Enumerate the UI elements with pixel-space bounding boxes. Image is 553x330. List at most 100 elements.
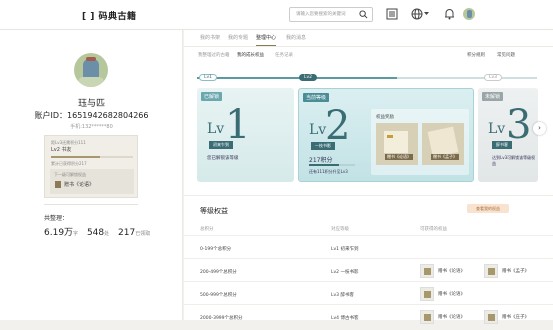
reward-item[interactable]: 赠书《论语》 [420, 310, 465, 324]
status-badge: 已解锁 [201, 92, 223, 101]
search-placeholder: 请输入您要搜索的关键词 [296, 12, 346, 17]
level-desc: 达到Lv3可解锁该等级权益 [492, 155, 536, 166]
table-row: 2000-3999个总积分 Lv4 博古书客 赠书《论语》 赠书《庄子》 [184, 304, 553, 330]
rewards-title: 权益奖励 [376, 115, 394, 120]
points-cell: 200-499个总积分 [200, 270, 237, 275]
status-badge: 当前等级 [303, 93, 330, 102]
level-card-3[interactable]: 未解锁 Lv 3 醉书客 达到Lv3可解锁该等级权益 [478, 88, 538, 182]
reward-label: 赠书《论语》 [438, 292, 465, 297]
reward-item[interactable]: 赠书《孟子》 [484, 264, 529, 278]
level-cell: Lv4 博古书客 [331, 316, 359, 321]
chevron-down-icon[interactable] [424, 12, 429, 16]
divider [44, 204, 138, 205]
level-cell: Lv1 初来乍到 [331, 247, 359, 252]
level-title-ribbon: 醉书客 [492, 141, 512, 149]
carousel-next-button[interactable]: › [533, 122, 546, 135]
reward-label: 赠书《孟子》 [502, 269, 529, 274]
current-level-label: Lv2 书友 [51, 147, 72, 153]
level-timeline-progress [197, 77, 397, 79]
faq-link[interactable]: 常见问题 [497, 52, 515, 58]
level-pill-1: Lv1 [199, 74, 218, 81]
account-id: 账户ID：1651942682804266 [34, 111, 149, 120]
stat-value: 217 [118, 228, 136, 238]
book-icon [420, 310, 434, 324]
user-name: 珏与匹 [77, 99, 105, 109]
level-card-2-current[interactable]: 当前等级 Lv 2 一枝书影 217积分 还有111积分升至Lv3 权益奖励 赠… [298, 88, 474, 182]
next-reward-name: 赠书《论语》 [64, 182, 95, 188]
table-header: 对应等级 [331, 227, 349, 232]
reward-item[interactable]: 赠书《论语》 [420, 264, 465, 278]
avatar[interactable] [74, 53, 108, 87]
level-summary-card: 距Lv3还需积分111 Lv2 书友 累计已获得积分217 下一级可解锁权益 赠… [44, 135, 138, 198]
level-subtext: 累计已获得积分217 [51, 161, 87, 166]
tab-topics[interactable]: 我的专题 [228, 34, 248, 41]
points-cell: 2000-3999个总积分 [200, 316, 243, 321]
stat-unit: 已领取 [135, 231, 151, 237]
level-prefix: Lv [309, 122, 327, 138]
reward-label: 赠书《论语》 [438, 269, 465, 274]
stats-label: 共整理： [44, 215, 69, 222]
reward-label: 赠书《论语》 [438, 315, 465, 320]
stats-row: 6.19万字 548处 217已领取 [44, 225, 156, 238]
level-title-ribbon: 初来乍到 [209, 141, 233, 149]
tab-growth-rights[interactable]: 我的成长权益 [237, 52, 264, 58]
level-title-ribbon: 一枝书影 [311, 142, 335, 150]
book-icon [420, 264, 434, 278]
table-header: 可获得的权益 [420, 227, 447, 232]
rewards-panel: 权益奖励 赠书《论语》 赠书《孟子》 [371, 109, 469, 175]
section-title: 等级权益 [200, 207, 228, 215]
notebook-icon[interactable] [386, 8, 398, 20]
points-cell: 500-999个总积分 [200, 293, 237, 298]
book-icon [420, 287, 434, 301]
level-desc: 您已解锁该等级 [207, 156, 239, 161]
level-progress-track [309, 164, 355, 166]
top-tabs: 我的书架 我的专题 整理中心 我的消息 [184, 30, 553, 47]
level-pill-3: Lv3 [484, 74, 503, 81]
level-cell: Lv2 一枝书影 [331, 270, 359, 275]
table-header: 总积分 [200, 227, 214, 232]
level-prefix: Lv [207, 121, 225, 137]
level-cell: Lv3 醉书客 [331, 293, 354, 298]
tab-collated-books[interactable]: 我整理过的古籍 [198, 52, 230, 58]
book-icon [55, 181, 61, 188]
next-reward-hint: 下一级可解锁权益 [54, 172, 86, 177]
level-prefix: Lv [488, 121, 506, 137]
reward-label: 赠书《庄子》 [502, 315, 529, 320]
globe-icon[interactable] [411, 8, 423, 20]
stat-value: 548 [86, 228, 105, 238]
stat-unit: 处 [104, 231, 110, 237]
status-badge: 未解锁 [482, 92, 504, 101]
bell-icon[interactable] [444, 8, 455, 20]
search-icon[interactable] [359, 10, 368, 19]
reward-name: 赠书《孟子》 [431, 154, 459, 160]
tab-messages[interactable]: 我的消息 [286, 34, 306, 41]
book-icon [484, 310, 498, 324]
stat-value: 6.19万 [44, 228, 74, 238]
level-points: 217积分 [309, 157, 333, 164]
level-progress-bar [51, 156, 133, 158]
points-rules-link[interactable]: 积分规则 [467, 52, 485, 58]
top-bar: [ ] 码典古籍 请输入您要搜索的关键词 [0, 0, 553, 30]
reward-item[interactable]: 赠书《庄子》 [484, 310, 529, 324]
divider [184, 195, 553, 196]
tab-task-records[interactable]: 任务记录 [275, 52, 293, 58]
view-my-rights-button[interactable]: 查看我的权益 [467, 204, 509, 213]
next-reward-box: 下一级可解锁权益 赠书《论语》 [50, 169, 134, 194]
site-logo[interactable]: [ ] 码典古籍 [82, 9, 137, 22]
reward-name: 赠书《论语》 [385, 154, 413, 160]
stat-unit: 字 [73, 231, 79, 237]
book-icon [484, 264, 498, 278]
level-card-1[interactable]: 已解锁 Lv 1 初来乍到 您已解锁该等级 [197, 88, 294, 182]
level-pill-2: Lv2 [299, 74, 318, 81]
search-input[interactable]: 请输入您要搜索的关键词 [289, 7, 373, 22]
tab-collation-center[interactable]: 整理中心 [256, 34, 277, 46]
header-avatar[interactable] [463, 8, 475, 20]
tab-bookshelf[interactable]: 我的书架 [200, 34, 220, 41]
points-cell: 0-199个总积分 [200, 247, 232, 252]
level-progress-fill [51, 156, 101, 158]
level-next-hint: 还有111积分升至Lv3 [309, 169, 348, 174]
reward-item[interactable]: 赠书《论语》 [420, 287, 465, 301]
phone-number: 手机:132******80 [70, 124, 113, 130]
level-progress-fill [309, 164, 339, 166]
chevron-right-icon: › [538, 124, 541, 132]
